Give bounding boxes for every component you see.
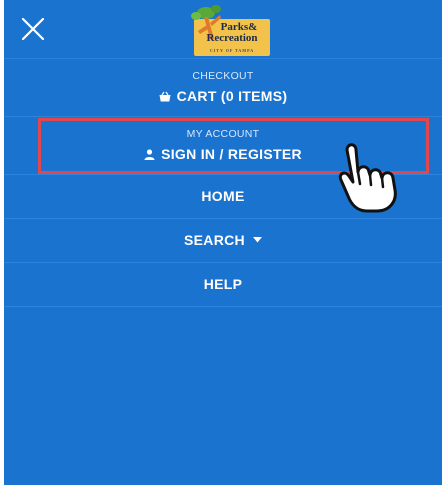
mobile-menu-screen: Parks& Recreation CITY OF TAMPA CHECKOUT… — [4, 0, 442, 485]
menu-item-checkout[interactable]: CHECKOUT CART (0 ITEMS) — [4, 59, 442, 117]
sign-in-register-label: SIGN IN / REGISTER — [161, 146, 302, 162]
logo-line-3: CITY OF TAMPA — [209, 48, 255, 53]
caret-down-icon — [252, 237, 262, 243]
basket-icon — [159, 91, 171, 102]
menu-item-search[interactable]: SEARCH — [4, 219, 442, 263]
close-button[interactable] — [16, 12, 50, 46]
logo-line-2: Recreation — [206, 32, 258, 44]
account-small-label: MY ACCOUNT — [186, 128, 260, 140]
menu-item-home[interactable]: HOME — [4, 175, 442, 219]
menu-header: Parks& Recreation CITY OF TAMPA — [4, 0, 442, 59]
home-label: HOME — [201, 188, 245, 204]
help-label: HELP — [203, 276, 243, 292]
menu-item-help[interactable]: HELP — [4, 263, 442, 307]
logo-text: Parks& Recreation CITY OF TAMPA — [194, 22, 270, 56]
checkout-main-label: CART (0 ITEMS) — [4, 88, 442, 104]
search-label: SEARCH — [184, 232, 245, 248]
parks-recreation-logo[interactable]: Parks& Recreation CITY OF TAMPA — [184, 3, 270, 57]
cart-label: CART (0 ITEMS) — [176, 88, 288, 104]
checkout-small-label: CHECKOUT — [192, 70, 254, 82]
menu-item-account[interactable]: MY ACCOUNT SIGN IN / REGISTER — [4, 117, 442, 175]
close-x-icon — [21, 17, 45, 41]
account-main-label: SIGN IN / REGISTER — [4, 146, 442, 162]
user-icon — [144, 149, 155, 160]
